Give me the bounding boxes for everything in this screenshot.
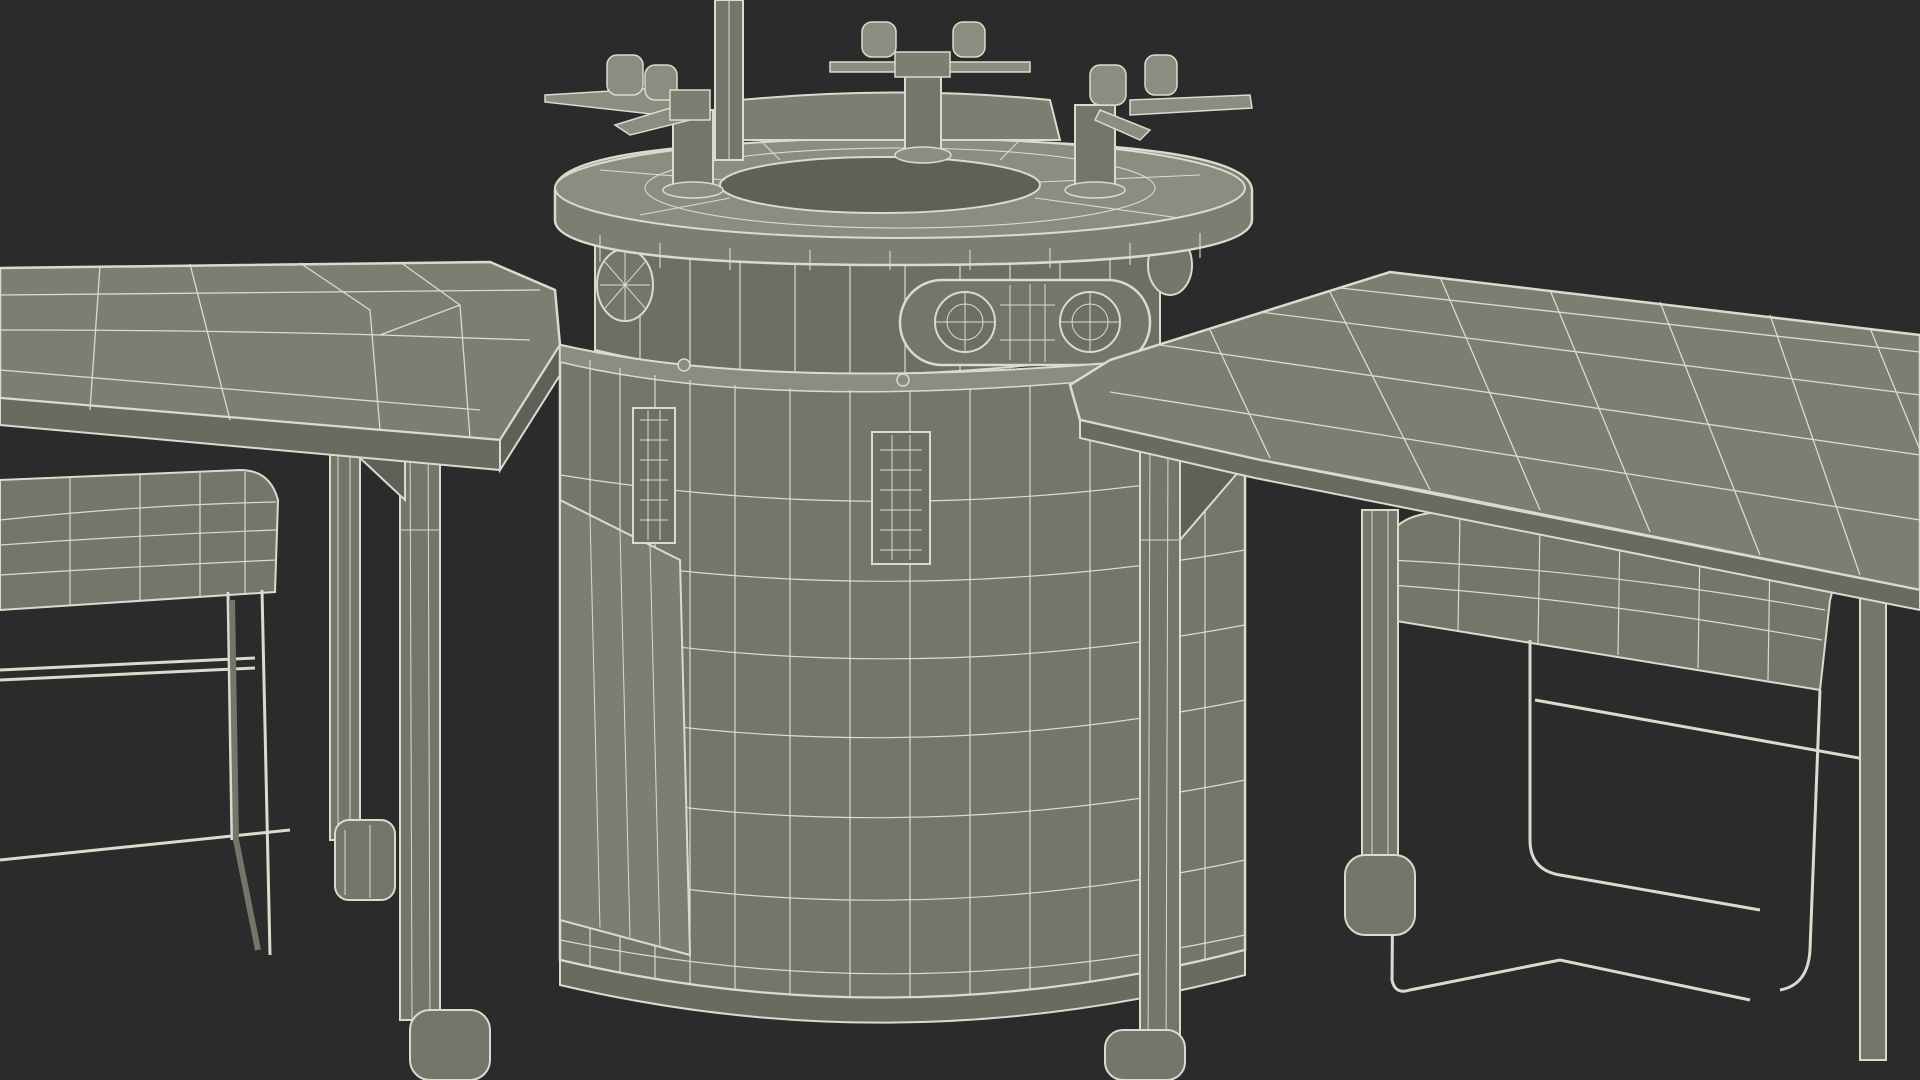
left-table-front-leg xyxy=(399,419,491,1080)
render-viewport xyxy=(0,0,1920,1080)
pedestal-top-opening xyxy=(719,156,1041,214)
right-table-far-leg xyxy=(1859,579,1887,1061)
pedestal-center-pole xyxy=(714,0,744,161)
left-table-unit xyxy=(0,260,562,1080)
left-tabletop xyxy=(0,260,562,474)
left-table-back-leg xyxy=(329,439,396,901)
pedestal-vent-left xyxy=(632,407,676,544)
left-bench xyxy=(0,468,291,956)
wireframe-scene xyxy=(0,0,1920,1080)
pedestal-vent-center xyxy=(871,431,931,565)
pedestal-speaker-panel xyxy=(898,278,1152,367)
